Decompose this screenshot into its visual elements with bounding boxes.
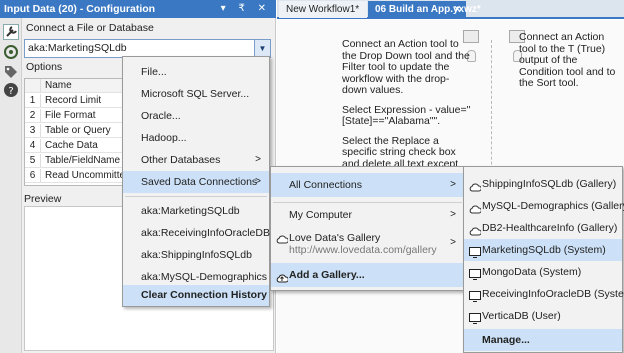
options-table-header: Name bbox=[25, 79, 126, 93]
preview-label: Preview bbox=[24, 193, 62, 205]
chevron-right-icon: > bbox=[450, 209, 456, 220]
tab-new-workflow[interactable]: New Workflow1* bbox=[279, 1, 367, 18]
all-connections-menu: ShippingInfoSQLdb (Gallery) MySQL-Demogr… bbox=[463, 166, 624, 353]
connection-item[interactable]: MongoData (System) bbox=[464, 261, 622, 283]
cloud-upload-icon bbox=[276, 269, 289, 283]
chevron-right-icon: > bbox=[450, 237, 456, 248]
table-row[interactable]: 2 File Format bbox=[25, 109, 126, 123]
menu-item-recent[interactable]: aka:ReceivingInfoOracleDB bbox=[123, 222, 270, 244]
menu-item-my-computer[interactable]: My Computer > bbox=[271, 204, 464, 226]
table-row[interactable]: 3 Table or Query bbox=[25, 124, 126, 138]
chevron-down-icon: ▼ bbox=[258, 44, 267, 53]
panel-title-controls[interactable]: ▾ ₹ ✕ bbox=[221, 0, 271, 18]
cloud-icon bbox=[276, 234, 289, 246]
table-row[interactable]: 5Table/FieldName SQ bbox=[25, 154, 126, 168]
monitor-icon bbox=[469, 288, 481, 302]
chevron-right-icon: > bbox=[255, 154, 261, 165]
connect-label: Connect a File or Database bbox=[26, 22, 154, 34]
svg-text:?: ? bbox=[8, 86, 13, 97]
connection-item[interactable]: ReceivingInfoOracleDB (System) bbox=[464, 283, 624, 305]
menu-item-gallery[interactable]: Love Data's Gallery http://www.lovedata.… bbox=[271, 228, 464, 258]
options-column-name: Name bbox=[45, 80, 72, 91]
tag-icon[interactable] bbox=[3, 64, 19, 80]
clear-history-button[interactable]: Clear Connection History bbox=[123, 285, 269, 306]
instruction-step-2: Select Expression - value="[State]=="Ala… bbox=[342, 103, 471, 127]
menu-item-recent[interactable]: aka:ShippingInfoSQLdb bbox=[123, 244, 269, 266]
connection-item[interactable]: VerticaDB (User) bbox=[464, 305, 622, 327]
table-row[interactable]: 1 Record Limit bbox=[25, 94, 126, 108]
menu-item-saved-connections[interactable]: Saved Data Connections > bbox=[123, 171, 269, 193]
tab-build-an-app[interactable]: 06 Build an App.yxwz* ✕ bbox=[368, 1, 481, 18]
connection-dropdown-menu: File... Microsoft SQL Server... Oracle..… bbox=[122, 56, 270, 307]
wrench-icon[interactable] bbox=[3, 24, 19, 40]
connection-item[interactable]: MarketingSQLdb (System) bbox=[464, 239, 622, 261]
menu-item-hadoop[interactable]: Hadoop... bbox=[123, 127, 269, 149]
cloud-icon bbox=[469, 178, 482, 192]
monitor-icon bbox=[469, 266, 481, 280]
chevron-right-icon: > bbox=[450, 179, 456, 190]
add-gallery-button[interactable]: Add a Gallery... bbox=[271, 263, 464, 287]
table-row[interactable]: 6 Read Uncommitted bbox=[25, 169, 126, 183]
close-icon[interactable]: ✕ bbox=[453, 1, 461, 18]
cloud-icon bbox=[469, 222, 482, 236]
connection-item[interactable]: DB2-HealthcareInfo (Gallery) bbox=[464, 217, 622, 239]
menu-item-file[interactable]: File... bbox=[123, 61, 269, 83]
help-icon[interactable]: ? bbox=[3, 82, 19, 98]
monitor-icon bbox=[469, 310, 481, 324]
connection-item[interactable]: MySQL-Demographics (Gallery) bbox=[464, 195, 624, 217]
saved-connections-menu: All Connections > My Computer > Love Data'… bbox=[270, 166, 465, 291]
side-toolbar: ? bbox=[0, 18, 22, 353]
table-row[interactable]: 4 Cache Data bbox=[25, 139, 126, 153]
menu-item-oracle[interactable]: Oracle... bbox=[123, 105, 269, 127]
settings-icon[interactable] bbox=[3, 44, 19, 60]
menu-item-other-databases[interactable]: Other Databases > bbox=[123, 149, 269, 171]
menu-item-sql-server[interactable]: Microsoft SQL Server... bbox=[123, 83, 269, 105]
instruction-step-1: Connect an Action tool to the Drop Down … bbox=[342, 38, 470, 96]
connection-item[interactable]: ShippingInfoSQLdb (Gallery) bbox=[464, 173, 622, 195]
monitor-icon bbox=[469, 244, 481, 258]
menu-item-recent[interactable]: aka:MarketingSQLdb bbox=[123, 200, 269, 222]
cloud-icon bbox=[469, 200, 482, 214]
connection-value: aka:MarketingSQLdb bbox=[28, 42, 127, 54]
manage-connections-button[interactable]: Manage... bbox=[464, 329, 622, 351]
connection-dropdown-button[interactable]: ▼ bbox=[254, 40, 270, 57]
chevron-right-icon: > bbox=[255, 176, 261, 187]
options-label: Options bbox=[26, 61, 63, 73]
options-table: Name 1 Record Limit 2 File Format 3 Table o… bbox=[24, 78, 127, 186]
menu-separator bbox=[273, 202, 462, 203]
menu-separator bbox=[125, 196, 267, 197]
canvas-instructions-right: Connect an Action tool to the T (True) o… bbox=[519, 31, 616, 89]
document-tabs: New Workflow1* 06 Build an App.yxwz* ✕ bbox=[277, 0, 624, 19]
menu-item-all-connections[interactable]: All Connections > bbox=[271, 173, 464, 197]
